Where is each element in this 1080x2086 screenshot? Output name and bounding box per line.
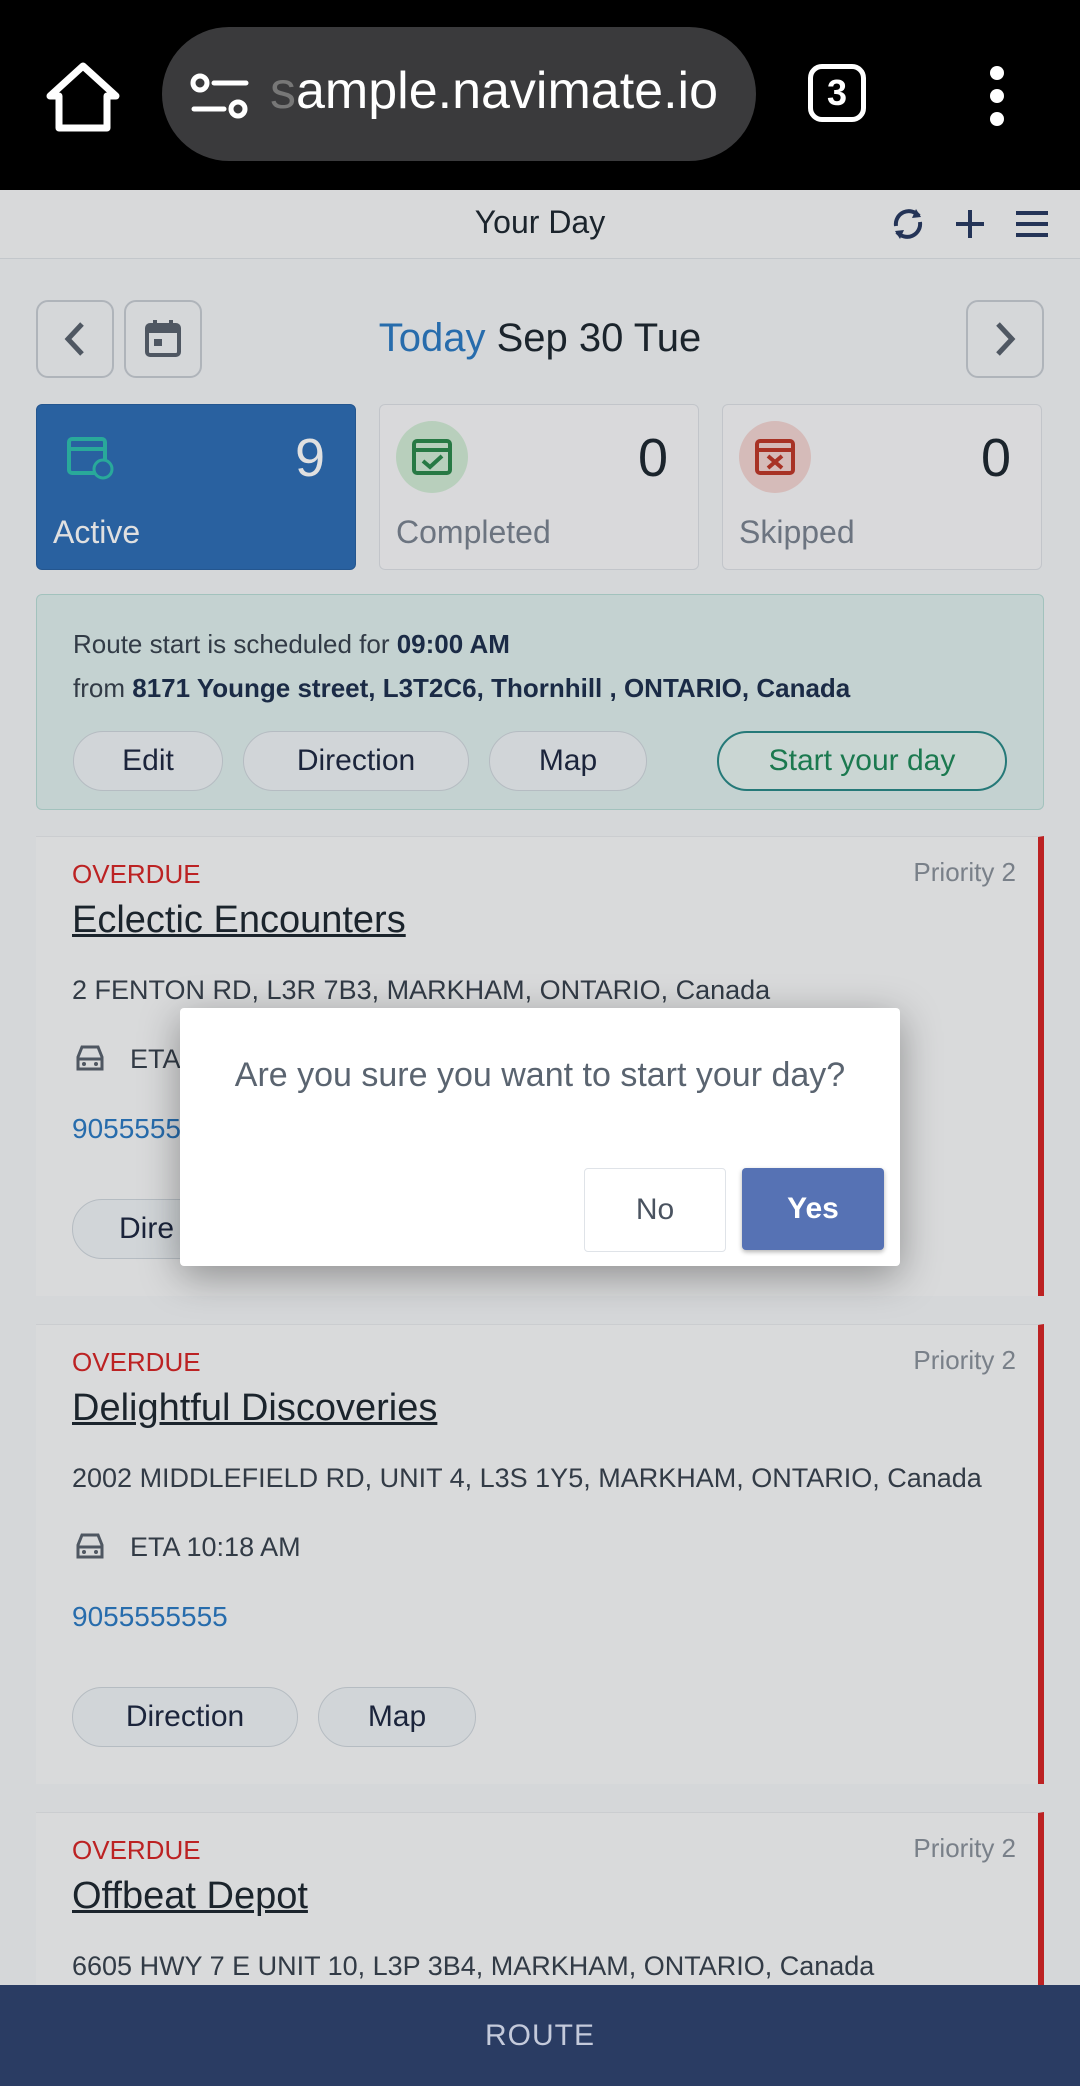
route-tab[interactable]: ROUTE	[0, 1985, 1080, 2086]
browser-toolbar: sample.navimate.io 3	[0, 0, 1080, 190]
address-bar[interactable]: sample.navimate.io	[162, 27, 756, 161]
site-settings-icon[interactable]	[190, 71, 250, 121]
confirm-dialog: Are you sure you want to start your day?…	[180, 1008, 900, 1266]
tab-switcher-button[interactable]: 3	[808, 64, 866, 122]
yes-button[interactable]: Yes	[742, 1168, 884, 1250]
no-button[interactable]: No	[584, 1168, 726, 1252]
dialog-question: Are you sure you want to start your day?	[234, 1056, 846, 1094]
browser-menu-icon[interactable]	[990, 66, 1006, 126]
home-icon[interactable]	[44, 58, 122, 136]
url-text[interactable]: sample.navimate.io	[270, 61, 718, 121]
